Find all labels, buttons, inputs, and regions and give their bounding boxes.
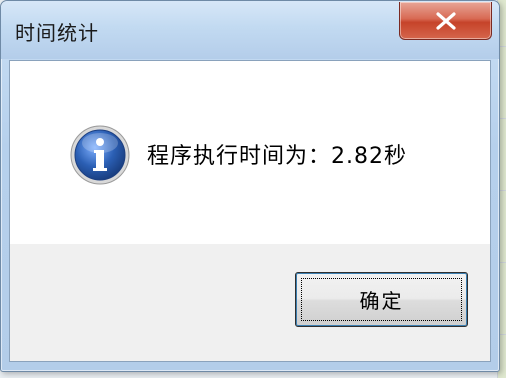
dialog-body: 程序执行时间为：2.82秒 确定	[9, 60, 491, 362]
ok-button-label: 确定	[359, 289, 404, 313]
title-bar[interactable]: 时间统计	[1, 1, 499, 59]
info-icon	[68, 123, 132, 187]
dialog-message: 程序执行时间为：2.82秒	[147, 144, 407, 169]
dialog-title: 时间统计	[15, 21, 99, 45]
message-area: 程序执行时间为：2.82秒	[10, 61, 490, 244]
ok-button[interactable]: 确定	[295, 272, 468, 327]
message-dialog: 时间统计 程序执行时间为：2.82秒 确定	[0, 0, 500, 372]
close-icon	[435, 11, 457, 30]
close-button[interactable]	[399, 2, 492, 40]
